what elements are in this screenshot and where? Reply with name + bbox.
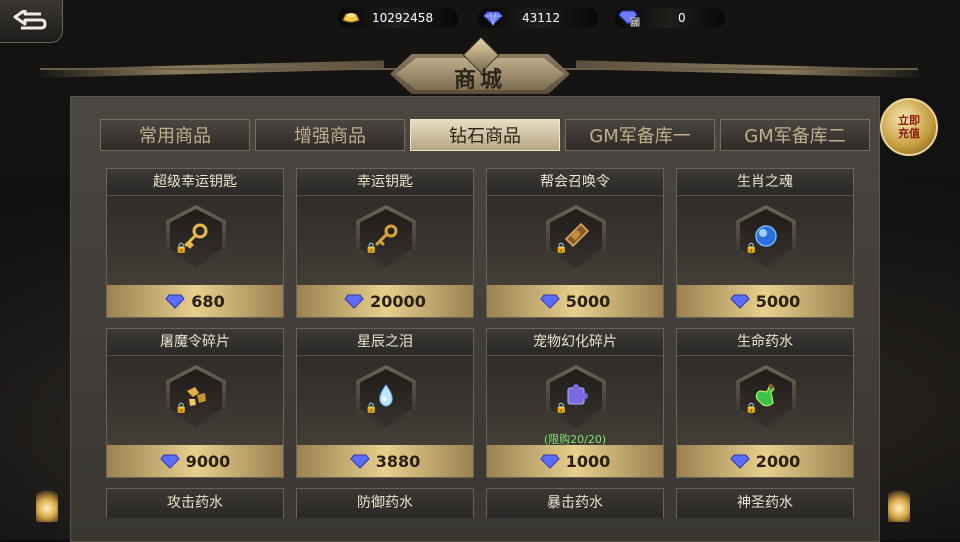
gold-ingot-icon xyxy=(340,8,362,28)
item-card-partial[interactable]: 暴击药水 xyxy=(486,488,664,518)
item-card[interactable]: 生肖之魂 🔒 5000 xyxy=(676,168,854,318)
item-price: 20000 xyxy=(370,291,426,311)
page-title: 商城 xyxy=(453,67,506,93)
title-banner: 商城 xyxy=(380,36,580,98)
item-price: 680 xyxy=(191,291,225,311)
price-tag[interactable]: 2000 xyxy=(677,445,853,477)
item-name: 宠物幻化碎片 xyxy=(487,329,663,356)
item-price: 5000 xyxy=(565,291,611,311)
lock-icon: 🔒 xyxy=(555,243,568,254)
item-price: 5000 xyxy=(755,291,801,311)
item-name: 攻击药水 xyxy=(167,495,223,511)
price-tag[interactable]: 5000 xyxy=(677,285,853,317)
item-card-partial[interactable]: 神圣药水 xyxy=(676,488,854,518)
price-tag[interactable]: 1000 xyxy=(487,445,663,477)
item-price: 1000 xyxy=(565,451,611,471)
price-tag[interactable]: 3880 xyxy=(297,445,473,477)
item-card[interactable]: 星辰之泪 🔒 3880 xyxy=(296,328,474,478)
diamond-icon xyxy=(165,294,185,309)
item-name: 生肖之魂 xyxy=(677,169,853,196)
recharge-label-1: 立即 xyxy=(898,114,920,127)
item-card[interactable]: 宠物幻化碎片 🔒 (限购20/20) 1000 xyxy=(486,328,664,478)
item-name: 神圣药水 xyxy=(737,495,793,511)
diamond-icon xyxy=(160,454,180,469)
item-name: 星辰之泪 xyxy=(297,329,473,356)
item-card[interactable]: 幸运钥匙 🔒 20000 xyxy=(296,168,474,318)
price-tag[interactable]: 9000 xyxy=(107,445,283,477)
item-name: 超级幸运钥匙 xyxy=(107,169,283,196)
gold-amount: 10292458 xyxy=(372,11,434,25)
bound-diamond-amount: 0 xyxy=(678,11,686,25)
tab-diamond[interactable]: 钻石商品 xyxy=(410,119,560,151)
item-name: 生命药水 xyxy=(677,329,853,356)
lock-icon: 🔒 xyxy=(745,403,758,414)
diamond-icon xyxy=(350,454,370,469)
item-price: 9000 xyxy=(185,451,231,471)
lock-icon: 🔒 xyxy=(555,403,568,414)
tab-enhance[interactable]: 增强商品 xyxy=(255,119,405,151)
diamond-icon xyxy=(730,454,750,469)
item-name: 防御药水 xyxy=(357,495,413,511)
item-name: 暴击药水 xyxy=(547,495,603,511)
diamond-icon xyxy=(344,294,364,309)
item-price: 2000 xyxy=(755,451,801,471)
item-card[interactable]: 帮会召唤令 🔒 5000 xyxy=(486,168,664,318)
price-tag[interactable]: 20000 xyxy=(297,285,473,317)
lock-icon: 🔒 xyxy=(365,243,378,254)
diamond-icon xyxy=(540,294,560,309)
back-button[interactable] xyxy=(0,0,63,43)
diamond-icon xyxy=(482,8,504,28)
diamond-icon xyxy=(540,454,560,469)
item-name: 帮会召唤令 xyxy=(487,169,663,196)
recharge-label-2: 充值 xyxy=(898,127,920,140)
item-price: 3880 xyxy=(375,451,421,471)
item-card-partial[interactable]: 攻击药水 xyxy=(106,488,284,518)
currency-gold: 10292458 xyxy=(340,7,433,29)
price-tag[interactable]: 680 xyxy=(107,285,283,317)
back-arrow-icon xyxy=(13,10,47,30)
tab-gm-armory-2[interactable]: GM军备库二 xyxy=(720,119,870,151)
item-name: 屠魔令碎片 xyxy=(107,329,283,356)
lock-icon: 🔒 xyxy=(365,403,378,414)
diamond-amount: 43112 xyxy=(522,11,561,25)
currency-diamond: 43112 xyxy=(482,7,560,29)
bound-diamond-icon: 绑 xyxy=(618,8,640,28)
price-tag[interactable]: 5000 xyxy=(487,285,663,317)
item-card-partial[interactable]: 防御药水 xyxy=(296,488,474,518)
item-name: 幸运钥匙 xyxy=(297,169,473,196)
recharge-button[interactable]: 立即 充值 xyxy=(880,98,938,156)
svg-text:绑: 绑 xyxy=(632,18,639,27)
lock-icon: 🔒 xyxy=(175,403,188,414)
tab-common[interactable]: 常用商品 xyxy=(100,119,250,151)
lock-icon: 🔒 xyxy=(745,243,758,254)
currency-bound-diamond: 绑 0 xyxy=(618,7,686,29)
item-card[interactable]: 屠魔令碎片 🔒 9000 xyxy=(106,328,284,478)
item-card[interactable]: 超级幸运钥匙 🔒 680 xyxy=(106,168,284,318)
lock-icon: 🔒 xyxy=(175,243,188,254)
item-card[interactable]: 生命药水 🔒 2000 xyxy=(676,328,854,478)
diamond-icon xyxy=(730,294,750,309)
tab-gm-armory-1[interactable]: GM军备库一 xyxy=(565,119,715,151)
